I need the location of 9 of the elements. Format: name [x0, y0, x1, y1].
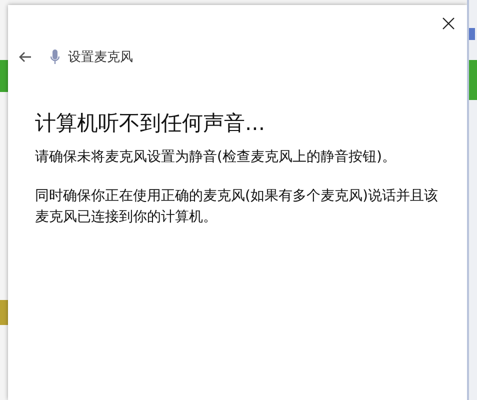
- paragraph: 同时确保你正在使用正确的麦克风(如果有多个麦克风)说话并且该麦克风已连接到你的计算机。: [35, 187, 439, 227]
- back-arrow-icon: [18, 51, 32, 63]
- close-icon: [442, 17, 455, 30]
- microphone-icon: [50, 49, 60, 65]
- dialog-title: 设置麦克风: [68, 49, 133, 66]
- highlight-bar: [0, 300, 8, 325]
- app-icon: [469, 28, 475, 40]
- paragraph: 请确保未将麦克风设置为静音(检查麦克风上的静音按钮)。: [35, 148, 397, 167]
- heading: 计算机听不到任何声音...: [35, 110, 266, 137]
